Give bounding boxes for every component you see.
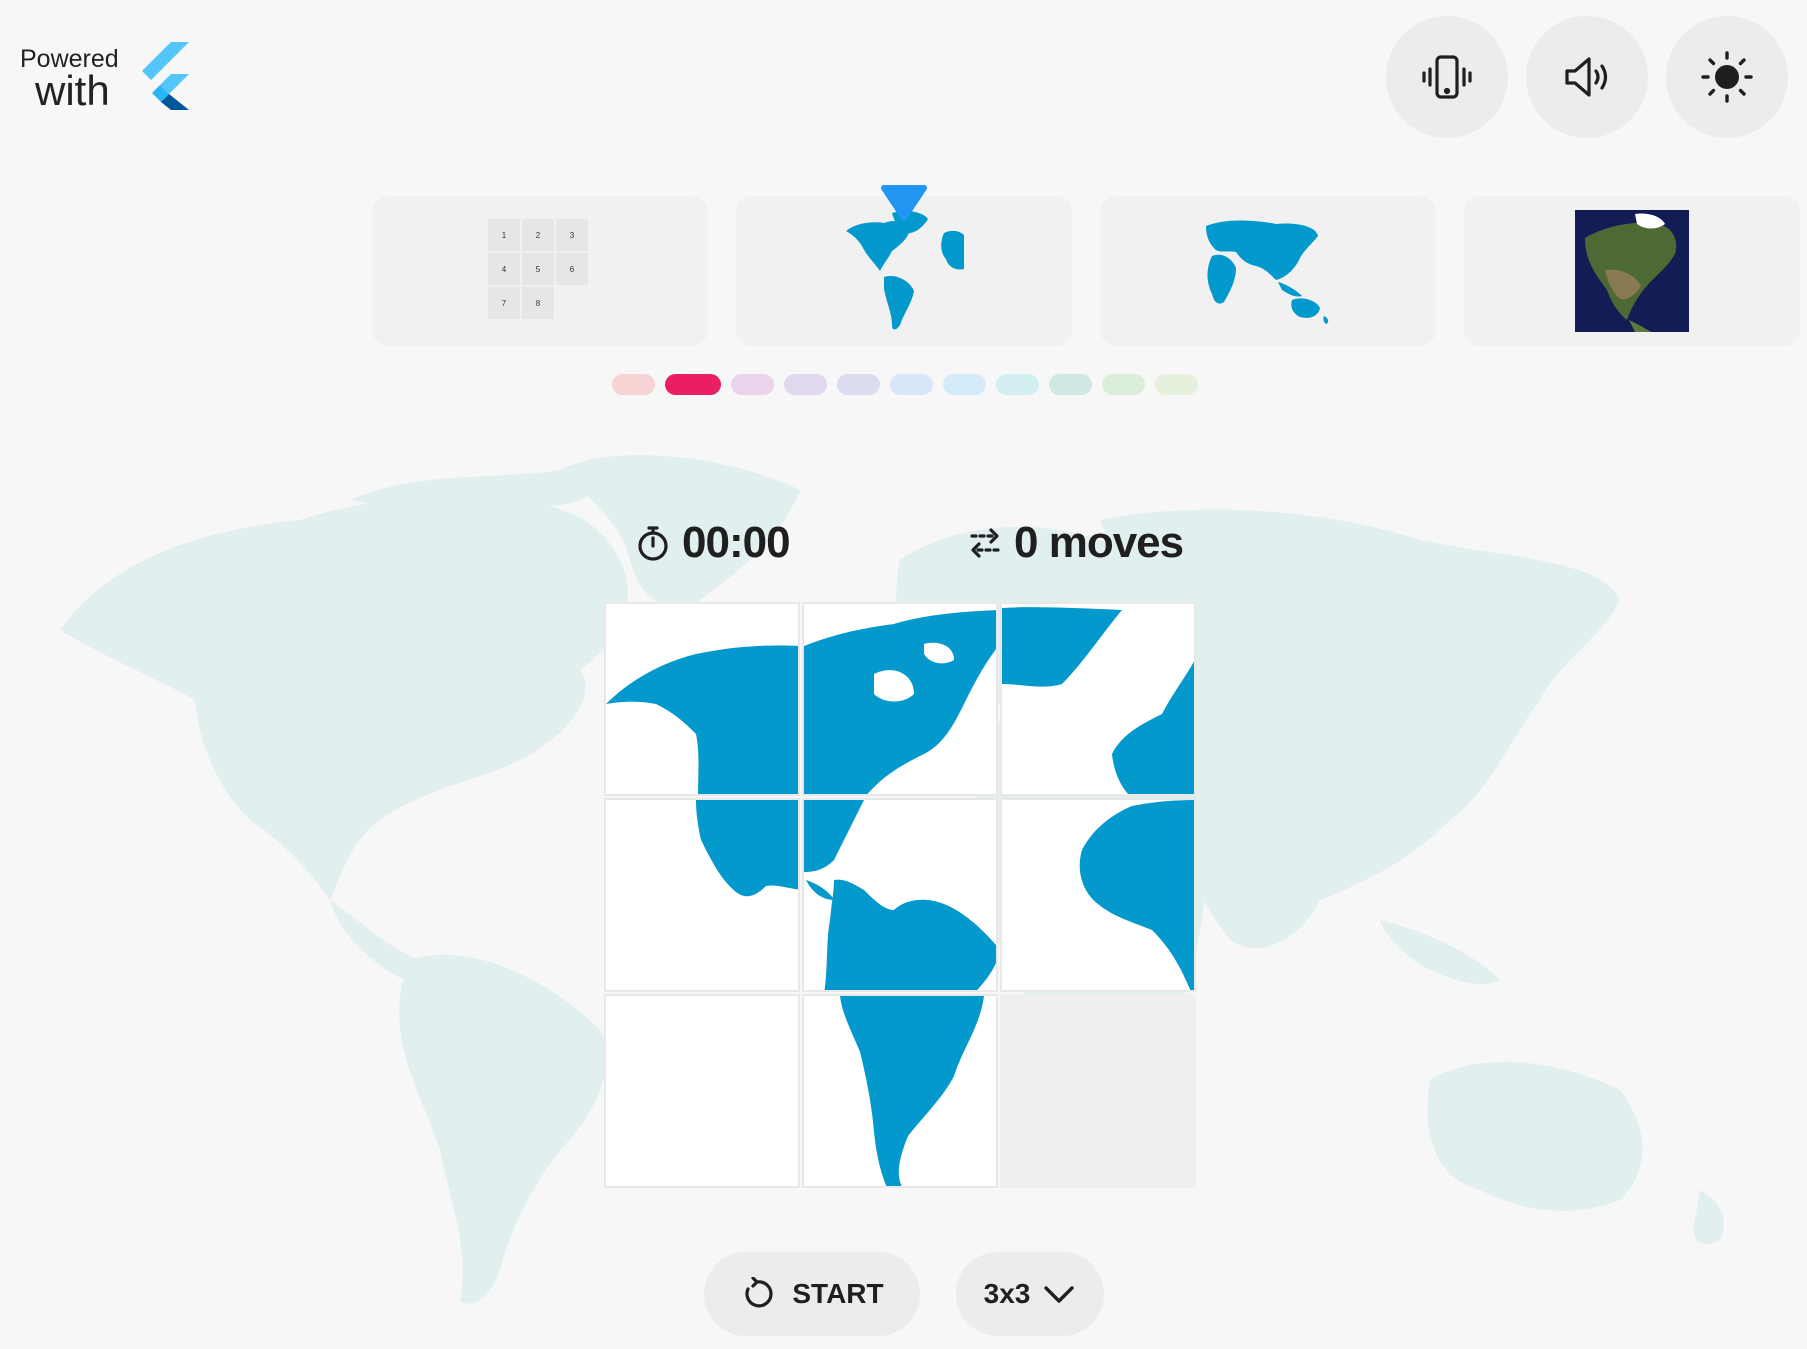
color-dot[interactable] xyxy=(731,374,774,395)
tile-image xyxy=(1079,800,1194,990)
tile-image xyxy=(606,645,798,794)
grid-number: 8 xyxy=(536,299,541,308)
puzzle-tile[interactable] xyxy=(802,602,998,796)
americas-map-preview xyxy=(846,211,964,330)
color-dot[interactable] xyxy=(1102,374,1145,395)
tile-image xyxy=(804,800,996,990)
color-dot-active[interactable] xyxy=(665,374,721,395)
grid-number: 7 xyxy=(502,299,507,308)
color-dot[interactable] xyxy=(943,374,986,395)
move-count: 0 moves xyxy=(1014,518,1184,567)
timer: 00:00 xyxy=(634,518,791,568)
tile-image xyxy=(804,610,996,794)
restart-icon xyxy=(745,1277,773,1308)
number-grid-preview: 1 2 3 4 5 6 7 8 xyxy=(488,219,588,319)
puzzle-tile[interactable] xyxy=(1000,798,1196,992)
swap-arrows-icon xyxy=(970,528,1000,558)
color-dot[interactable] xyxy=(996,374,1039,395)
eurasia-map-preview xyxy=(1206,220,1329,324)
powered-with-flutter-badge[interactable]: Powered with xyxy=(20,42,189,112)
puzzle-selector: 1 2 3 4 5 6 7 8 xyxy=(372,196,1807,346)
start-button[interactable]: START xyxy=(704,1252,920,1336)
speaker-icon xyxy=(1565,57,1608,97)
color-dot[interactable] xyxy=(784,374,827,395)
grid-number: 4 xyxy=(502,265,507,274)
grid-number: 2 xyxy=(536,231,541,240)
with-label: with xyxy=(35,67,110,114)
move-counter: 0 moves xyxy=(966,518,1184,568)
grid-number: 3 xyxy=(570,231,575,240)
start-label: START xyxy=(792,1278,884,1309)
puzzle-tile[interactable] xyxy=(604,798,800,992)
thumbnail-number-grid[interactable]: 1 2 3 4 5 6 7 8 xyxy=(372,196,708,346)
color-dot[interactable] xyxy=(612,374,655,395)
puzzle-tile[interactable] xyxy=(604,602,800,796)
grid-number: 6 xyxy=(570,265,575,274)
thumbnail-north-america-satellite[interactable] xyxy=(1464,196,1800,346)
empty-slot xyxy=(1000,994,1196,1188)
puzzle-tile[interactable] xyxy=(604,994,800,1188)
chevron-down-icon xyxy=(1044,1286,1075,1303)
grid-number: 1 xyxy=(502,231,507,240)
thumbnail-eurasia-map[interactable] xyxy=(1100,196,1436,346)
grid-size-label: 3x3 xyxy=(983,1278,1031,1309)
tile-image xyxy=(840,996,984,1186)
color-dot[interactable] xyxy=(837,374,880,395)
color-dot[interactable] xyxy=(1155,374,1198,395)
timer-value: 00:00 xyxy=(682,518,791,567)
tile-image xyxy=(696,800,798,897)
sun-icon xyxy=(1701,51,1753,103)
color-dot[interactable] xyxy=(1049,374,1092,395)
north-america-satellite-preview xyxy=(1575,210,1689,332)
puzzle-board xyxy=(604,602,1204,1200)
puzzle-tile[interactable] xyxy=(802,798,998,992)
phone-vibrate-icon xyxy=(1422,55,1472,99)
puzzle-tile[interactable] xyxy=(1000,602,1196,796)
color-theme-selector xyxy=(612,374,1198,395)
grid-number: 5 xyxy=(536,265,541,274)
theme-toggle-button[interactable] xyxy=(1666,16,1788,138)
puzzle-tile[interactable] xyxy=(802,994,998,1188)
grid-size-dropdown[interactable]: 3x3 xyxy=(956,1252,1104,1336)
color-dot[interactable] xyxy=(890,374,933,395)
selected-indicator-icon xyxy=(881,185,927,221)
tile-image xyxy=(1002,607,1194,794)
stopwatch-icon xyxy=(638,526,668,561)
sound-toggle-button[interactable] xyxy=(1526,16,1648,138)
flutter-logo-icon xyxy=(141,42,189,110)
vibration-toggle-button[interactable] xyxy=(1386,16,1508,138)
